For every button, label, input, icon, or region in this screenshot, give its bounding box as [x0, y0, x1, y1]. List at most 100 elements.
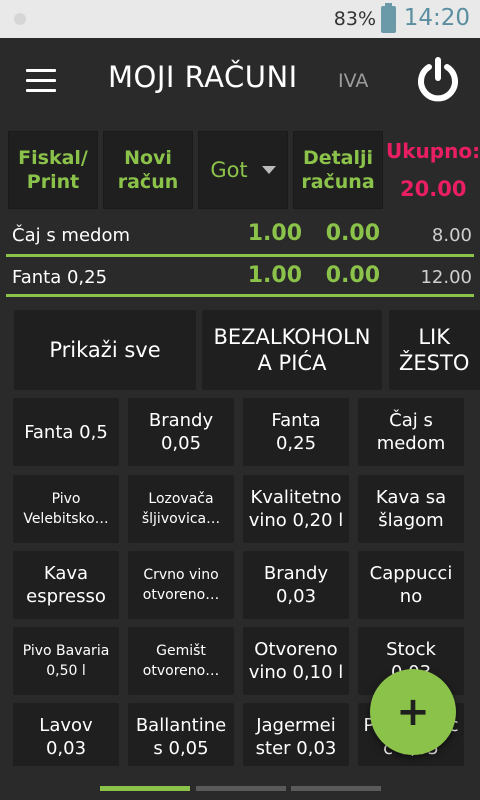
product-label: Pivo: [51, 491, 81, 507]
product-tile[interactable]: Ballantine s 0,05: [128, 703, 234, 766]
page-indicator-segment: [100, 786, 190, 791]
bill-line-qty: 1.00: [247, 263, 302, 288]
product-label: otvoreno…: [142, 587, 220, 603]
fiskal-print-label-1: Fiskal/: [18, 147, 88, 169]
page-indicator: [0, 786, 480, 794]
product-label: medom: [376, 433, 446, 454]
product-tile[interactable]: Brandy 0,03: [243, 551, 349, 619]
product-tile[interactable]: Čaj s medom: [358, 398, 464, 466]
product-tile[interactable]: Kava sa šlagom: [358, 475, 464, 543]
bill-line-name: Čaj s medom: [12, 225, 131, 246]
category-label: A PIĆA: [257, 351, 327, 375]
bill-line-discount: 0.00: [325, 221, 380, 246]
product-label: Kava: [43, 563, 89, 584]
product-tile[interactable]: Lozovača šljivovica…: [128, 475, 234, 543]
new-bill-button[interactable]: Novi račun: [103, 131, 193, 209]
product-label: s 0,05: [153, 738, 209, 759]
product-label: vino 0,20 l: [248, 510, 344, 531]
product-label: Brandy: [148, 410, 214, 431]
fiskal-print-button[interactable]: Fiskal/Print: [8, 131, 98, 209]
bill-details-label-1: Detalji: [302, 147, 374, 169]
product-label: Kava sa: [375, 487, 447, 508]
product-label: 0,03: [45, 738, 87, 759]
product-label: Otvoreno: [254, 639, 338, 660]
bill-line-discount: 0.00: [325, 263, 380, 288]
notification-dot-icon: [14, 13, 26, 25]
bill-details-label-2: računa: [301, 171, 375, 193]
product-label: šlagom: [378, 510, 444, 531]
product-label: Brandy: [263, 563, 329, 584]
product-label: espresso: [26, 586, 106, 607]
product-tile[interactable]: Jagermei ster 0,03: [243, 703, 349, 766]
menu-icon[interactable]: [26, 69, 56, 93]
fiskal-print-label-2: Print: [26, 171, 80, 193]
product-tile[interactable]: Brandy 0,05: [128, 398, 234, 466]
product-tile[interactable]: Fanta 0,5: [13, 398, 119, 466]
product-tile[interactable]: Gemišt otvoreno…: [128, 627, 234, 695]
plus-icon: +: [396, 689, 430, 735]
payment-method-select[interactable]: Got: [198, 131, 288, 209]
battery-percent: 83%: [333, 8, 376, 30]
product-label: Kvalitetno: [250, 487, 342, 508]
total-value: 20.00: [400, 177, 467, 201]
product-label: Ballantine: [135, 715, 227, 736]
product-label: vino 0,10 l: [248, 662, 344, 683]
product-label: Pivo Bavaria: [22, 643, 110, 659]
bill-line-name: Fanta 0,25: [12, 267, 108, 288]
product-tile[interactable]: Otvoreno vino 0,10 l: [243, 627, 349, 695]
iva-toggle[interactable]: IVA: [338, 70, 368, 92]
product-tile[interactable]: Kava espresso: [13, 551, 119, 619]
product-tile[interactable]: Pivo Bavaria 0,50 l: [13, 627, 119, 695]
product-label: otvoreno…: [142, 663, 220, 679]
product-label: Cappucci: [369, 563, 453, 584]
battery-icon: [381, 3, 396, 33]
page-title: MOJI RAČUNI: [108, 60, 298, 94]
category-show-all[interactable]: Prikaži sve: [14, 310, 196, 390]
category-label: Prikaži sve: [49, 338, 161, 362]
category-label: BEZALKOHOLN: [213, 325, 371, 349]
bill-line[interactable]: Fanta 0,25 1.00 0.00 12.00: [0, 258, 480, 298]
bill-line-qty: 1.00: [247, 221, 302, 246]
product-label: Jagermei: [256, 715, 336, 736]
power-icon[interactable]: [414, 56, 462, 104]
product-label: Lavov: [39, 715, 93, 736]
category-label: ŽESTO: [399, 351, 470, 375]
bill-line[interactable]: Čaj s medom 1.00 0.00 8.00: [0, 216, 480, 256]
new-bill-label-1: Novi: [124, 147, 172, 169]
category-tabs: Prikaži sve BEZALKOHOLN A PIĆA LIK ŽESTO: [0, 310, 480, 392]
chevron-down-icon: [261, 166, 276, 174]
product-label: 0,05: [160, 433, 202, 454]
category-spirits[interactable]: LIK ŽESTO: [389, 310, 480, 390]
product-label: Čaj s: [389, 410, 433, 431]
product-label: 0,25: [275, 433, 317, 454]
product-tile[interactable]: Lavov 0,03: [13, 703, 119, 766]
product-label: Velebitsko…: [23, 511, 109, 527]
product-tile[interactable]: Cappucci no: [358, 551, 464, 619]
product-tile[interactable]: Crvno vino otvoreno…: [128, 551, 234, 619]
payment-method-value: Got: [210, 158, 248, 182]
product-label: Crvno vino: [143, 567, 219, 583]
product-label: ster 0,03: [255, 738, 337, 759]
bill-line-amount: 12.00: [420, 267, 472, 288]
product-label: Lozovača: [148, 491, 214, 507]
product-label: Fanta: [271, 410, 321, 431]
line-divider: [6, 254, 474, 257]
product-tile[interactable]: Kvalitetno vino 0,20 l: [243, 475, 349, 543]
status-clock: 14:20: [403, 5, 470, 31]
product-tile[interactable]: Pivo Velebitsko…: [13, 475, 119, 543]
product-label: no: [399, 586, 423, 607]
bill-details-button[interactable]: Detalji računa: [293, 131, 383, 209]
category-label: LIK: [418, 325, 450, 349]
category-soft-drinks[interactable]: BEZALKOHOLN A PIĆA: [202, 310, 382, 390]
product-label: šljivovica…: [141, 511, 221, 527]
bill-line-amount: 8.00: [431, 225, 472, 246]
app-toolbar: MOJI RAČUNI IVA: [0, 38, 480, 126]
product-label: 0,03: [275, 586, 317, 607]
add-item-button[interactable]: +: [370, 669, 456, 755]
page-indicator-segment: [291, 786, 381, 791]
status-bar: 83% 14:20: [0, 0, 480, 38]
total-label: Ukupno:: [386, 139, 480, 163]
product-label: Stock: [386, 639, 436, 660]
bill-actions: Fiskal/Print Novi račun Got Detalji računa…: [0, 131, 480, 209]
product-tile[interactable]: Fanta 0,25: [243, 398, 349, 466]
